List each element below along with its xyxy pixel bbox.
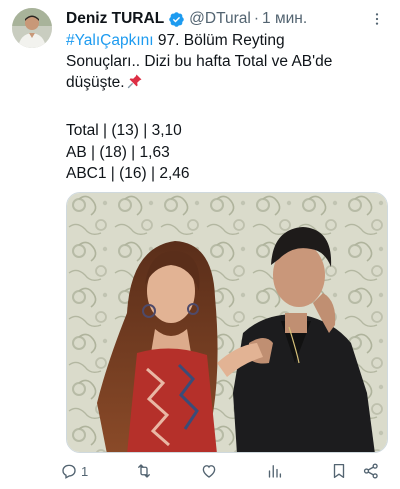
more-options-icon[interactable] [368, 10, 386, 28]
author-handle[interactable]: @DTural [189, 10, 251, 28]
reply-count: 1 [81, 463, 89, 479]
reply-icon [60, 462, 78, 480]
views-button[interactable] [265, 462, 283, 480]
reply-button[interactable]: 1 [60, 462, 88, 480]
heart-icon [200, 462, 218, 480]
avatar[interactable] [12, 8, 52, 48]
pushpin-emoji-icon [127, 73, 143, 89]
tweet-text-line-3: düşüşte. [66, 74, 125, 91]
tweet-actions: 1 [60, 460, 380, 482]
ratings-list: Total | (13) | 3,10 AB | (18) | 1,63 ABC… [66, 120, 190, 185]
like-button[interactable] [200, 462, 218, 480]
bookmark-button[interactable] [330, 462, 348, 480]
retweet-icon [135, 462, 153, 480]
rating-total: Total | (13) | 3,10 [66, 122, 182, 139]
rating-abc1: ABC1 | (16) | 2,46 [66, 165, 190, 182]
tweet-header: Deniz TURAL @DTural · 1 мин. [66, 8, 386, 30]
tweet-text: #YalıÇapkını 97. Bölüm Reyting Sonuçları… [66, 30, 386, 93]
share-icon [362, 462, 380, 480]
hashtag-link[interactable]: #YalıÇapkını [66, 32, 154, 49]
share-button[interactable] [362, 462, 380, 480]
right-actions [330, 462, 380, 480]
tweet: Deniz TURAL @DTural · 1 мин. #YalıÇapkın… [0, 0, 400, 489]
verified-badge-icon [168, 11, 185, 28]
tweet-text-line-2: Sonuçları.. Dizi bu hafta Total ve AB'de [66, 53, 333, 70]
tweet-media-photo[interactable] [66, 192, 388, 453]
tweet-text-line-1: 97. Bölüm Reyting [153, 32, 285, 49]
bookmark-icon [330, 462, 348, 480]
retweet-button[interactable] [135, 462, 153, 480]
author-name[interactable]: Deniz TURAL [66, 10, 164, 28]
rating-ab: AB | (18) | 1,63 [66, 143, 170, 161]
tweet-timestamp[interactable]: 1 мин. [262, 10, 307, 28]
views-icon [265, 462, 283, 480]
separator-dot: · [253, 10, 260, 27]
